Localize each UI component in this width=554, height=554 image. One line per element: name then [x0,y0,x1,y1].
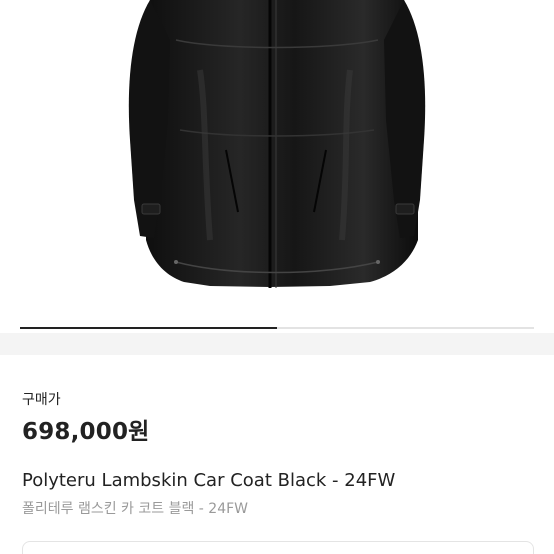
section-divider [0,333,554,355]
price-value: 698,000원 [22,419,150,445]
product-title-korean: 폴리테루 램스킨 카 코트 블랙 - 24FW [22,501,249,517]
carousel-progress-fill [20,327,277,329]
product-image[interactable] [0,0,554,328]
bottom-card[interactable] [22,541,534,554]
price-label: 구매가 [22,392,61,408]
coat-photo [128,0,426,288]
carousel-progress [20,327,534,329]
product-title-english: Polyteru Lambskin Car Coat Black - 24FW [22,470,396,491]
